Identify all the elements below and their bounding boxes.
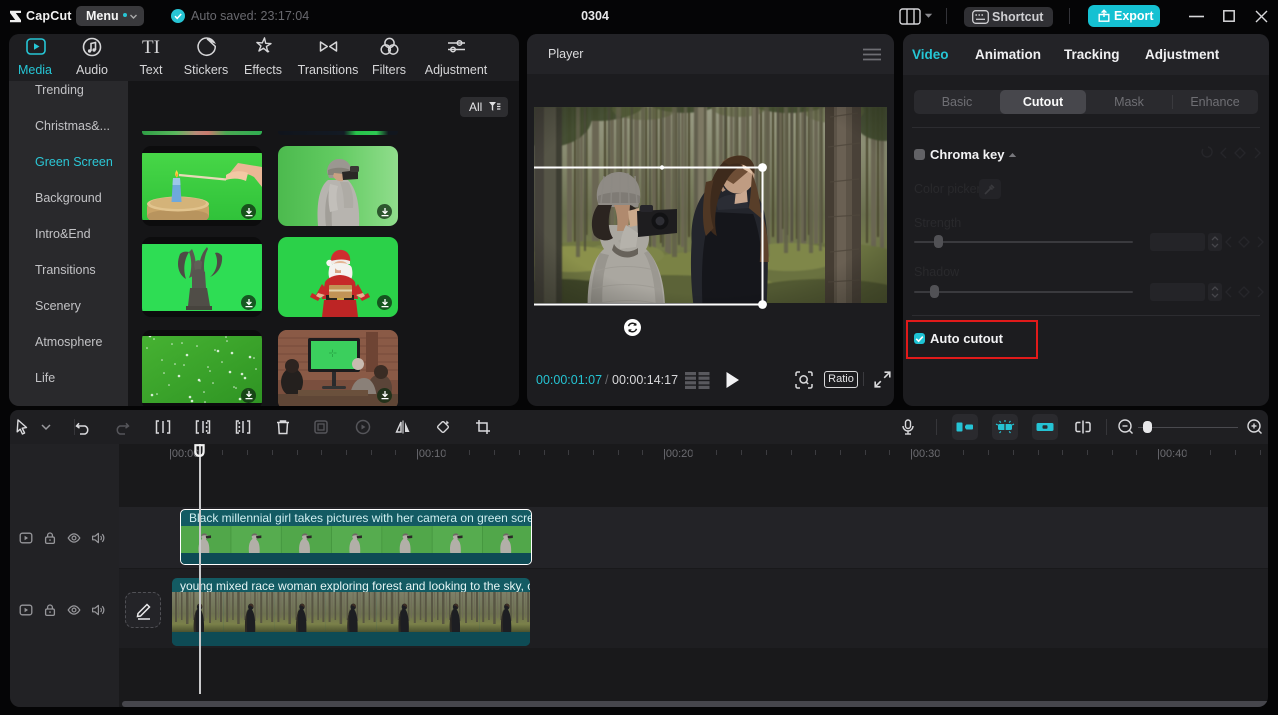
svg-text:TI: TI xyxy=(142,37,160,58)
